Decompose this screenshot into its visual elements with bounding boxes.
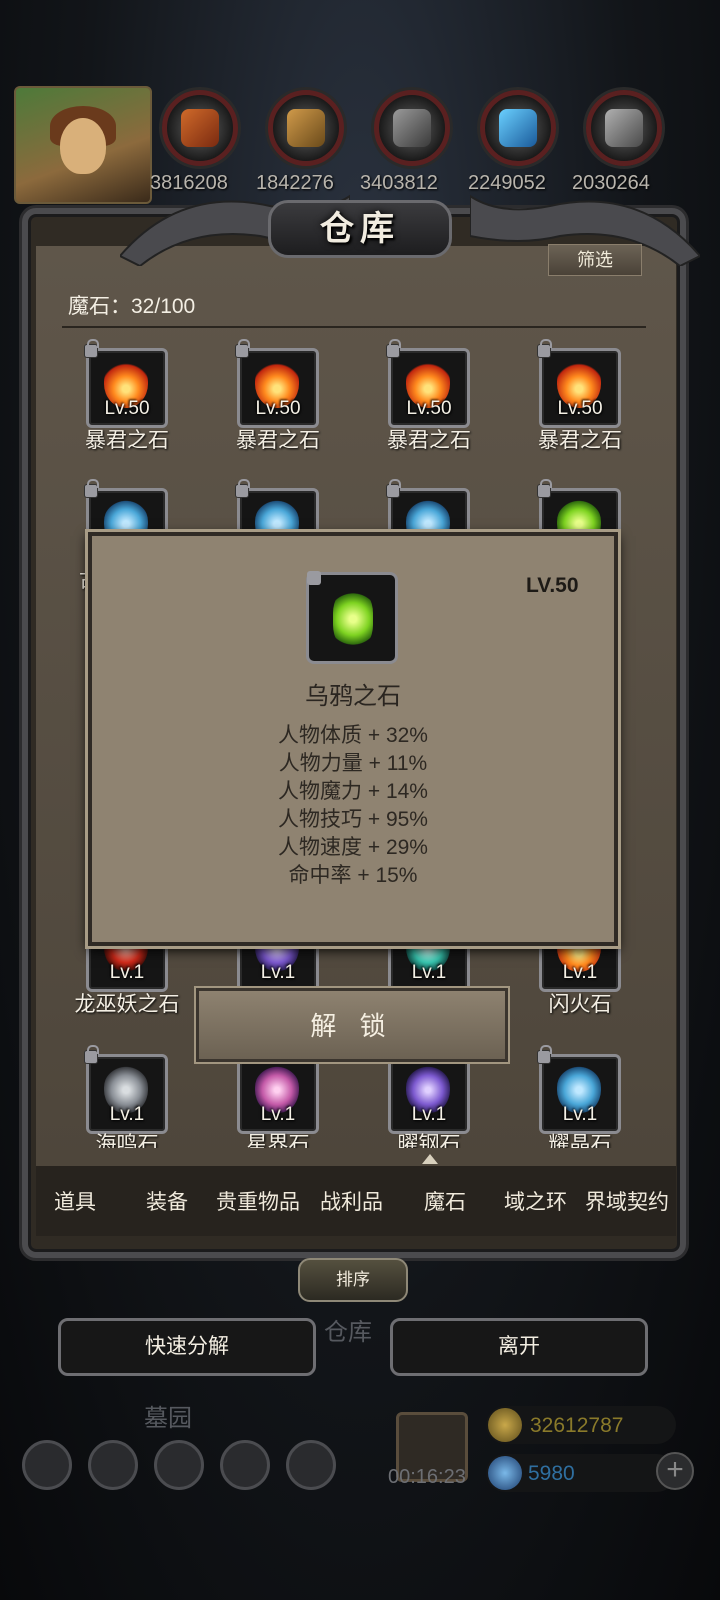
stone-level: Lv.1	[411, 1104, 447, 1125]
dialog-stone-level: LV.50	[526, 574, 579, 597]
stone-name: 曜钢石	[397, 1133, 461, 1148]
stat-line: 人物速度 + 29%	[278, 836, 428, 859]
compass-icon[interactable]	[88, 1440, 138, 1490]
stone-name: 暴君之石	[85, 429, 169, 452]
stone-level: Lv.1	[109, 962, 145, 983]
stone-slot[interactable]: Lv.50	[537, 339, 621, 428]
stone-name: 星界石	[246, 1133, 310, 1148]
gem-amount: 5980	[528, 1462, 575, 1485]
resource-ore-icon[interactable]	[162, 90, 238, 166]
stone-level: Lv.50	[255, 398, 301, 419]
stone-name: 龙巫妖之石	[74, 993, 180, 1016]
stone-slot[interactable]: Lv.50	[84, 339, 168, 428]
stone-level: Lv.1	[411, 962, 447, 983]
chat-icon[interactable]	[286, 1440, 336, 1490]
tab-domain-contract[interactable]: 界域契约	[585, 1186, 669, 1216]
lock-icon	[84, 1045, 99, 1064]
resource-crystal-icon[interactable]	[480, 90, 556, 166]
lock-icon	[537, 479, 552, 498]
stat-line: 人物力量 + 11%	[278, 752, 428, 775]
lock-icon	[537, 339, 552, 358]
lock-icon	[235, 339, 250, 358]
raven-stone-icon	[333, 589, 373, 649]
stone-name: 暴君之石	[387, 429, 471, 452]
divider	[62, 326, 646, 328]
gift-timer: 00:16:23	[388, 1466, 466, 1488]
stone-name: 暴君之石	[236, 429, 320, 452]
stone-name: 闪火石	[548, 993, 612, 1016]
lock-icon	[537, 1045, 552, 1064]
background-warehouse-label: 仓库	[324, 1319, 372, 1346]
dialog-stone-name: 乌鸦之石	[305, 683, 401, 710]
lock-icon	[386, 479, 401, 498]
quick-decompose-button[interactable]: 快速分解	[58, 1318, 316, 1376]
mail-icon[interactable]	[220, 1440, 270, 1490]
stone-name: 暴君之石	[538, 429, 622, 452]
resource-stone-count: 3403812	[360, 172, 438, 194]
tab-valuables[interactable]: 贵重物品	[216, 1186, 300, 1216]
stone-level: Lv.50	[406, 398, 452, 419]
stat-line: 人物魔力 + 14%	[278, 780, 428, 803]
gold-amount: 32612787	[530, 1414, 624, 1437]
background-cemetery-label: 墓园	[144, 1405, 192, 1432]
castle-icon[interactable]	[154, 1440, 204, 1490]
active-tab-indicator-icon	[422, 1154, 438, 1164]
stone-slot[interactable]: Lv.50	[235, 339, 319, 428]
panel-title: 仓库	[320, 210, 400, 248]
stone-slot[interactable]: Lv.1	[386, 1045, 470, 1134]
stat-line: 人物体质 + 32%	[278, 724, 428, 747]
stone-level: Lv.1	[562, 962, 598, 983]
stat-line: 命中率 + 15%	[288, 864, 418, 887]
resource-iron-icon[interactable]	[586, 90, 662, 166]
lock-icon	[386, 339, 401, 358]
stone-slot[interactable]: Lv.1	[84, 1045, 168, 1134]
lock-icon	[84, 479, 99, 498]
gem-icon	[488, 1456, 522, 1490]
stone-level: Lv.50	[557, 398, 603, 419]
stat-line: 人物技巧 + 95%	[278, 808, 428, 831]
lock-icon	[307, 571, 321, 585]
tab-equipment[interactable]: 装备	[146, 1186, 188, 1216]
leave-button[interactable]: 离开	[390, 1318, 648, 1376]
stone-name: 海鸣石	[95, 1133, 159, 1148]
tab-magic-stones[interactable]: 魔石	[424, 1186, 466, 1216]
stone-slot[interactable]: Lv.1	[537, 1045, 621, 1134]
settings-icon[interactable]	[22, 1440, 72, 1490]
add-currency-icon[interactable]: +	[656, 1452, 694, 1490]
dialog-stat-list: 人物体质 + 32% 人物力量 + 11% 人物魔力 + 14% 人物技巧 + …	[88, 722, 618, 890]
stone-level: Lv.1	[562, 1104, 598, 1125]
stone-capacity-label: 魔石：32/100	[68, 295, 196, 318]
avatar-face	[60, 118, 106, 174]
gold-coin-icon	[488, 1408, 522, 1442]
stone-name-partial: 古	[10, 564, 100, 594]
resource-wood-icon[interactable]	[268, 90, 344, 166]
selected-stone-frame	[306, 571, 398, 664]
stone-slot[interactable]: Lv.1	[235, 1045, 319, 1134]
stone-level: Lv.50	[104, 398, 150, 419]
filter-button[interactable]: 筛选	[548, 244, 642, 276]
tab-items[interactable]: 道具	[54, 1186, 96, 1216]
sort-button[interactable]: 排序	[298, 1258, 408, 1302]
stone-slot[interactable]: Lv.50	[386, 339, 470, 428]
stone-level: Lv.1	[260, 1104, 296, 1125]
stone-level: Lv.1	[109, 1104, 145, 1125]
unlock-button[interactable]: 解 锁	[196, 988, 508, 1062]
stone-name: 耀晶石	[548, 1133, 612, 1148]
lock-icon	[84, 339, 99, 358]
stone-level: Lv.1	[260, 962, 296, 983]
resource-stone-icon[interactable]	[374, 90, 450, 166]
tab-domain-ring[interactable]: 域之环	[504, 1186, 567, 1216]
tab-loot[interactable]: 战利品	[320, 1186, 383, 1216]
lock-icon	[235, 479, 250, 498]
